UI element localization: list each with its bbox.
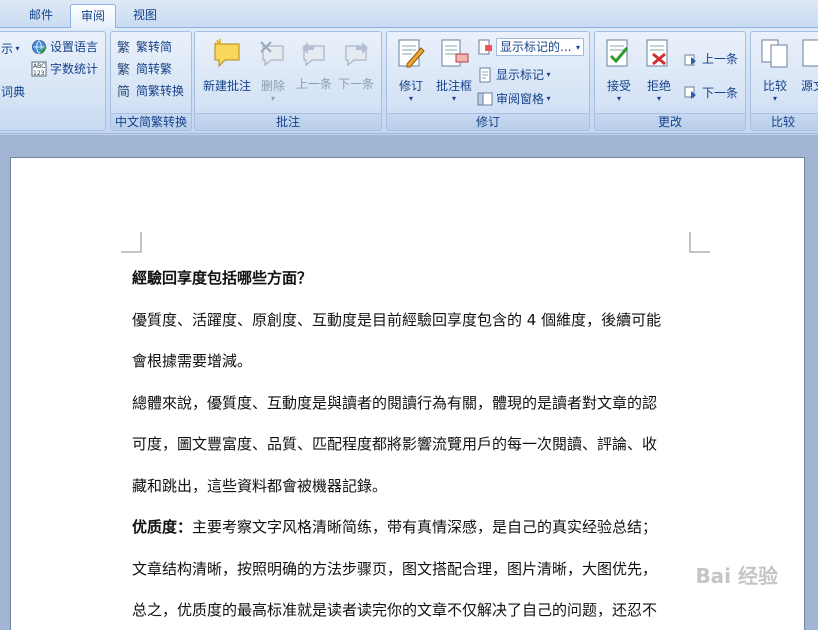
dictionary-partial-button[interactable]: 词典 — [1, 83, 25, 100]
accept-icon — [606, 39, 629, 67]
to-simplified-button[interactable]: 繁 繁转简 — [117, 38, 172, 55]
show-markup-icon — [479, 67, 491, 82]
balloons-button[interactable]: 批注框 ▾ — [431, 38, 477, 103]
next-comment-button[interactable]: 下一条 — [335, 38, 377, 92]
group-chinese-conversion: 繁 繁转简 繁 简转繁 简 简繁转换 中文简繁转换 — [110, 31, 192, 131]
group-label-chinese-conversion: 中文简繁转换 — [111, 113, 191, 130]
traditional-icon: 繁 — [117, 62, 130, 77]
track-changes-icon — [398, 39, 425, 68]
group-label-changes: 更改 — [595, 113, 745, 130]
spelling-partial-button[interactable]: 示 ▾ — [1, 40, 20, 57]
set-language-button[interactable]: 设置语言 — [31, 38, 98, 55]
new-comment-icon — [214, 39, 240, 68]
tab-mailings[interactable]: 邮件 — [18, 4, 64, 28]
source-docs-button[interactable]: 源文 — [795, 38, 818, 94]
quality-text: 主要考察文字风格清晰简练，带有真情深感，是自己的真实经验总结； — [192, 518, 658, 536]
doc-line-5[interactable]: 藏和跳出，這些資料都會被機器記錄。 — [132, 475, 387, 496]
review-pane-icon — [477, 92, 493, 105]
doc-line-3[interactable]: 總體來說，優質度、互動度是與讀者的閱讀行為有關，體現的是讀者對文章的認 — [132, 392, 657, 413]
doc-line-7[interactable]: 文章结构清晰，按照明确的方法步骤页，图文搭配合理，图片清晰，大图优先， — [132, 558, 657, 579]
group-tracking: 修订 ▾ 批注框 ▾ 显示标记的... ▾ 显示标记 ▾ 审阅窗格 ▾ 修订 — [386, 31, 590, 131]
display-review-icon — [478, 39, 492, 55]
svg-text:123: 123 — [33, 70, 45, 77]
margin-corner-top-right — [689, 232, 710, 253]
prev-comment-icon — [302, 42, 325, 67]
doc-line-2[interactable]: 會根據需要增減。 — [132, 350, 252, 371]
margin-corner-top-left — [121, 232, 142, 253]
doc-line-4[interactable]: 可度，圖文豐富度、品質、匹配程度都將影響流覽用戶的每一次閱讀、評論、收 — [132, 433, 657, 454]
track-changes-button[interactable]: 修订 ▾ — [391, 38, 431, 103]
group-proofing: 示 ▾ 词典 设置语言 ABC 123 字数统计 — [0, 31, 106, 131]
tab-view[interactable]: 视图 — [122, 4, 168, 28]
quality-label: 优质度： — [132, 518, 193, 536]
balloons-icon — [441, 39, 469, 67]
group-comments: 新建批注 删除 ▾ 上一条 下一条 批注 — [194, 31, 382, 131]
compare-icon — [761, 39, 788, 68]
ribbon-tab-bar: 邮件 审阅 视图 — [0, 0, 818, 29]
conversion-button[interactable]: 简 简繁转换 — [117, 82, 184, 99]
svg-text:繁: 繁 — [117, 40, 130, 55]
svg-text:ABC: ABC — [33, 63, 45, 70]
simplified-icon: 繁 — [117, 40, 130, 55]
group-label-compare: 比较 — [751, 113, 818, 130]
reject-icon — [646, 39, 668, 67]
accept-button[interactable]: 接受 ▾ — [599, 38, 639, 103]
show-markup-button[interactable]: 显示标记 ▾ — [477, 66, 551, 83]
doc-line-8[interactable]: 总之，优质度的最高标准就是读者读完你的文章不仅解决了自己的问题，还忍不 — [132, 599, 657, 620]
doc-line-1[interactable]: 優質度、活躍度、原創度、互動度是目前經驗回享度包含的 4 個維度，後續可能 — [132, 309, 661, 330]
compare-button[interactable]: 比较 ▾ — [755, 38, 795, 103]
display-for-review-select[interactable]: 显示标记的... ▾ — [477, 38, 584, 56]
next-change-icon — [684, 86, 696, 99]
prev-change-button[interactable]: 上一条 — [683, 50, 738, 67]
new-comment-button[interactable]: 新建批注 — [199, 38, 255, 94]
group-label-tracking: 修订 — [387, 113, 589, 130]
doc-line-6[interactable]: 优质度：主要考察文字风格清晰简练，带有真情深感，是自己的真实经验总结； — [132, 516, 657, 537]
prev-comment-button[interactable]: 上一条 — [293, 38, 335, 92]
word-count-icon: ABC123 — [31, 61, 47, 77]
review-pane-button[interactable]: 审阅窗格 ▾ — [477, 90, 551, 107]
delete-comment-button[interactable]: 删除 ▾ — [255, 38, 291, 103]
watermark-logo: Bai 经验 — [695, 564, 778, 588]
svg-text:繁: 繁 — [117, 62, 130, 77]
delete-comment-icon — [260, 41, 284, 67]
prev-change-icon — [684, 54, 696, 65]
source-docs-icon — [802, 39, 818, 67]
conversion-icon: 简 — [117, 84, 130, 99]
group-changes: 接受 ▾ 拒绝 ▾ 上一条 下一条 更改 — [594, 31, 746, 131]
word-count-button[interactable]: ABC 123 字数统计 — [31, 60, 98, 77]
doc-heading[interactable]: 經驗回享度包括哪些方面？ — [132, 267, 312, 288]
next-change-button[interactable]: 下一条 — [683, 84, 738, 101]
group-compare: 比较 ▾ 源文 比较 — [750, 31, 818, 131]
globe-check-icon — [32, 39, 47, 54]
ribbon: 示 ▾ 词典 设置语言 ABC 123 字数统计 繁 繁转简 繁 简转繁 简 简繁… — [0, 28, 818, 134]
svg-text:简: 简 — [117, 84, 130, 99]
group-label-comments: 批注 — [195, 113, 381, 130]
reject-button[interactable]: 拒绝 ▾ — [639, 38, 679, 103]
next-comment-icon — [345, 42, 368, 67]
to-traditional-button[interactable]: 繁 简转繁 — [117, 60, 172, 77]
tab-review[interactable]: 审阅 — [70, 4, 116, 29]
